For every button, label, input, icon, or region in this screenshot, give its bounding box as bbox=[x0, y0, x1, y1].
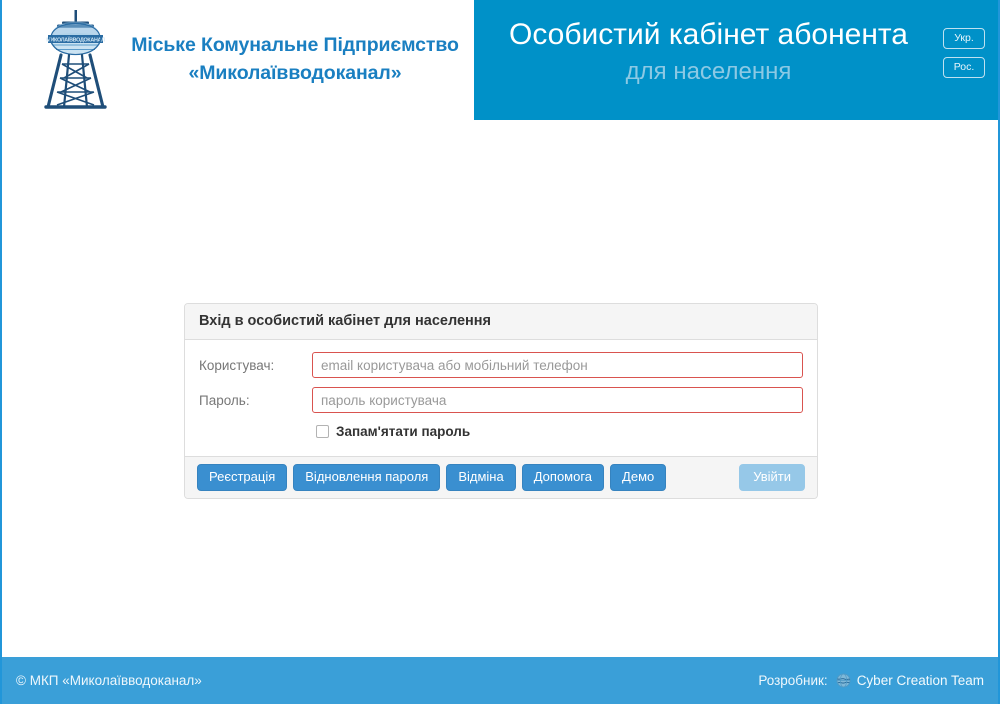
company-name-line2: «Миколаївводоканал» bbox=[188, 62, 402, 84]
username-input[interactable] bbox=[312, 352, 803, 378]
lang-button-ukr[interactable]: Укр. bbox=[943, 28, 985, 49]
remember-password-row: Запам'ятати пароль bbox=[312, 422, 803, 441]
header-branding: МИКОЛАЇВВОДОКАНАЛ Міське Комунальне Підп… bbox=[2, 0, 472, 120]
company-name: Міське Комунальне Підприємство «Миколаїв… bbox=[120, 32, 470, 87]
cancel-button[interactable]: Відміна bbox=[446, 464, 516, 492]
help-button[interactable]: Допомога bbox=[521, 464, 605, 492]
svg-text:МИКОЛАЇВВОДОКАНАЛ: МИКОЛАЇВВОДОКАНАЛ bbox=[46, 36, 105, 43]
remember-password-checkbox[interactable] bbox=[316, 425, 329, 438]
site-header: МИКОЛАЇВВОДОКАНАЛ Міське Комунальне Підп… bbox=[2, 0, 998, 120]
password-row: Пароль: bbox=[199, 387, 803, 413]
login-form: Користувач: Пароль: Запам'ятати пароль bbox=[185, 340, 817, 456]
page-title: Особистий кабінет абонента bbox=[509, 18, 908, 51]
page-subtitle: для населення bbox=[625, 58, 792, 85]
login-actions: Реєстрація Відновлення пароля Відміна До… bbox=[185, 456, 817, 499]
username-row: Користувач: bbox=[199, 352, 803, 378]
page-root: МИКОЛАЇВВОДОКАНАЛ Міське Комунальне Підп… bbox=[0, 0, 1000, 704]
demo-button[interactable]: Демо bbox=[610, 464, 667, 492]
login-submit-button[interactable]: Увійти bbox=[739, 464, 805, 492]
password-input[interactable] bbox=[312, 387, 803, 413]
username-label: Користувач: bbox=[199, 357, 275, 373]
language-switcher: Укр. Рос. bbox=[943, 28, 985, 78]
login-panel-heading: Вхід в особистий кабінет для населення bbox=[185, 304, 817, 340]
remember-password-label[interactable]: Запам'ятати пароль bbox=[336, 424, 470, 439]
developer-label: Розробник: bbox=[758, 673, 828, 688]
water-tower-logo-icon: МИКОЛАЇВВОДОКАНАЛ bbox=[40, 8, 112, 112]
lang-button-rus[interactable]: Рос. bbox=[943, 57, 985, 78]
copyright-text: © МКП «Миколаївводоканал» bbox=[16, 673, 202, 688]
restore-password-button[interactable]: Відновлення пароля bbox=[293, 464, 441, 492]
register-button[interactable]: Реєстрація bbox=[197, 464, 288, 492]
globe-icon bbox=[836, 673, 851, 688]
main-content: Вхід в особистий кабінет для населення К… bbox=[2, 120, 998, 655]
password-label: Пароль: bbox=[199, 392, 250, 408]
header-banner: Особистий кабінет абонента для населення… bbox=[474, 0, 998, 120]
site-footer: © МКП «Миколаївводоканал» Розробник: Cyb… bbox=[2, 657, 998, 704]
developer-name: Cyber Creation Team bbox=[856, 673, 984, 688]
login-panel: Вхід в особистий кабінет для населення К… bbox=[184, 303, 818, 500]
company-name-line1: Міське Комунальне Підприємство bbox=[131, 34, 459, 57]
developer-credit: Розробник: Cyber Creation Team bbox=[758, 673, 984, 688]
